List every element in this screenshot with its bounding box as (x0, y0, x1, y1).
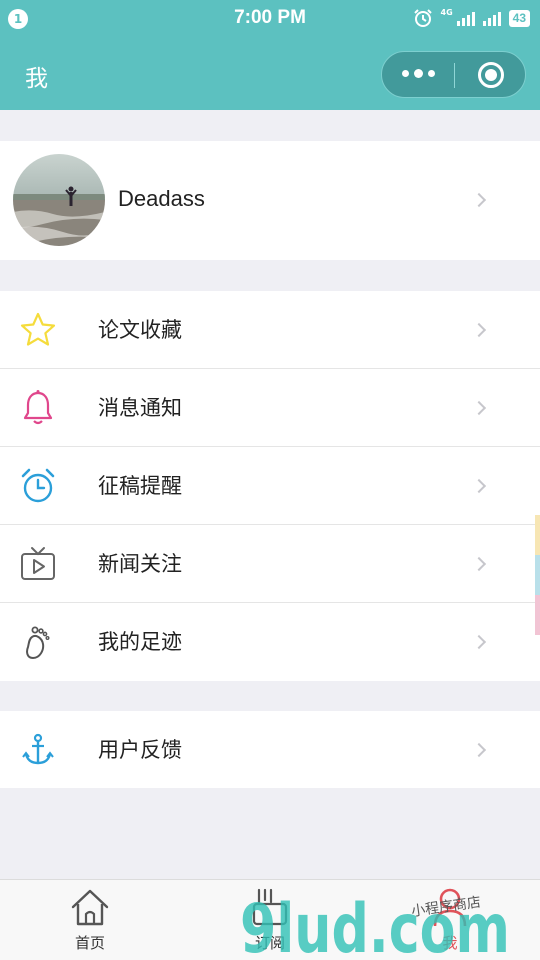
status-icons: 4G 43 (413, 7, 530, 28)
tab-label: 订阅 (254, 934, 285, 952)
signal-icon-2 (482, 10, 501, 26)
subscribe-icon (252, 888, 288, 926)
battery-level: 43 (508, 9, 530, 27)
side-decoration (535, 515, 540, 555)
side-decoration (535, 555, 540, 595)
alarm-clock-icon (21, 468, 55, 503)
feedback-group: 用户反馈 (0, 711, 540, 788)
star-icon (20, 312, 56, 346)
menu-item-label: 论文收藏 (98, 318, 182, 342)
menu-item-label: 我的足迹 (98, 630, 182, 654)
menu-group: 论文收藏 消息通知 征稿提醒 新闻关注 我的足迹 (0, 291, 540, 681)
menu-item-call-for-papers[interactable]: 征稿提醒 (0, 447, 540, 525)
menu-item-news[interactable]: 新闻关注 (0, 525, 540, 603)
menu-item-footprints[interactable]: 我的足迹 (0, 603, 540, 681)
close-target-icon[interactable] (478, 62, 504, 88)
bell-icon (23, 390, 53, 425)
chevron-right-icon (471, 192, 487, 208)
profile-card[interactable]: Deadass (0, 141, 540, 260)
mini-program-capsule (381, 51, 526, 98)
capsule-divider (454, 63, 455, 88)
page-title: 我 (25, 66, 48, 92)
footprint-icon (26, 626, 50, 660)
chevron-right-icon (471, 478, 487, 494)
chevron-right-icon (471, 322, 487, 338)
user-icon (433, 888, 467, 927)
anchor-icon (22, 733, 54, 765)
more-menu-icon[interactable] (402, 69, 435, 78)
menu-item-label: 新闻关注 (98, 552, 182, 576)
tab-subscribe[interactable]: 订阅 (210, 880, 330, 960)
nav-bar: 我 (0, 38, 540, 110)
menu-item-favorites[interactable]: 论文收藏 (0, 291, 540, 369)
chevron-right-icon (471, 742, 487, 758)
home-icon (71, 889, 109, 926)
menu-item-label: 征稿提醒 (98, 474, 182, 498)
tab-label: 首页 (74, 934, 105, 952)
menu-item-notifications[interactable]: 消息通知 (0, 369, 540, 447)
tv-icon (21, 547, 55, 580)
status-bar: 1 7:00 PM 4G 43 (0, 0, 540, 38)
chevron-right-icon (471, 556, 487, 572)
menu-item-feedback[interactable]: 用户反馈 (0, 711, 540, 788)
profile-username: Deadass (118, 186, 205, 211)
side-decoration (535, 595, 540, 635)
menu-item-label: 消息通知 (98, 396, 182, 420)
avatar[interactable] (13, 154, 105, 246)
chevron-right-icon (471, 634, 487, 650)
tab-label: 我 (442, 934, 458, 952)
tab-home[interactable]: 首页 (30, 880, 150, 960)
network-label: 4G (440, 7, 453, 17)
signal-icon (456, 10, 475, 26)
tab-bar: 首页 订阅 我 (0, 879, 540, 960)
tab-me[interactable]: 我 (390, 880, 510, 960)
menu-item-label: 用户反馈 (98, 738, 182, 762)
chevron-right-icon (471, 400, 487, 416)
alarm-icon (413, 9, 432, 27)
